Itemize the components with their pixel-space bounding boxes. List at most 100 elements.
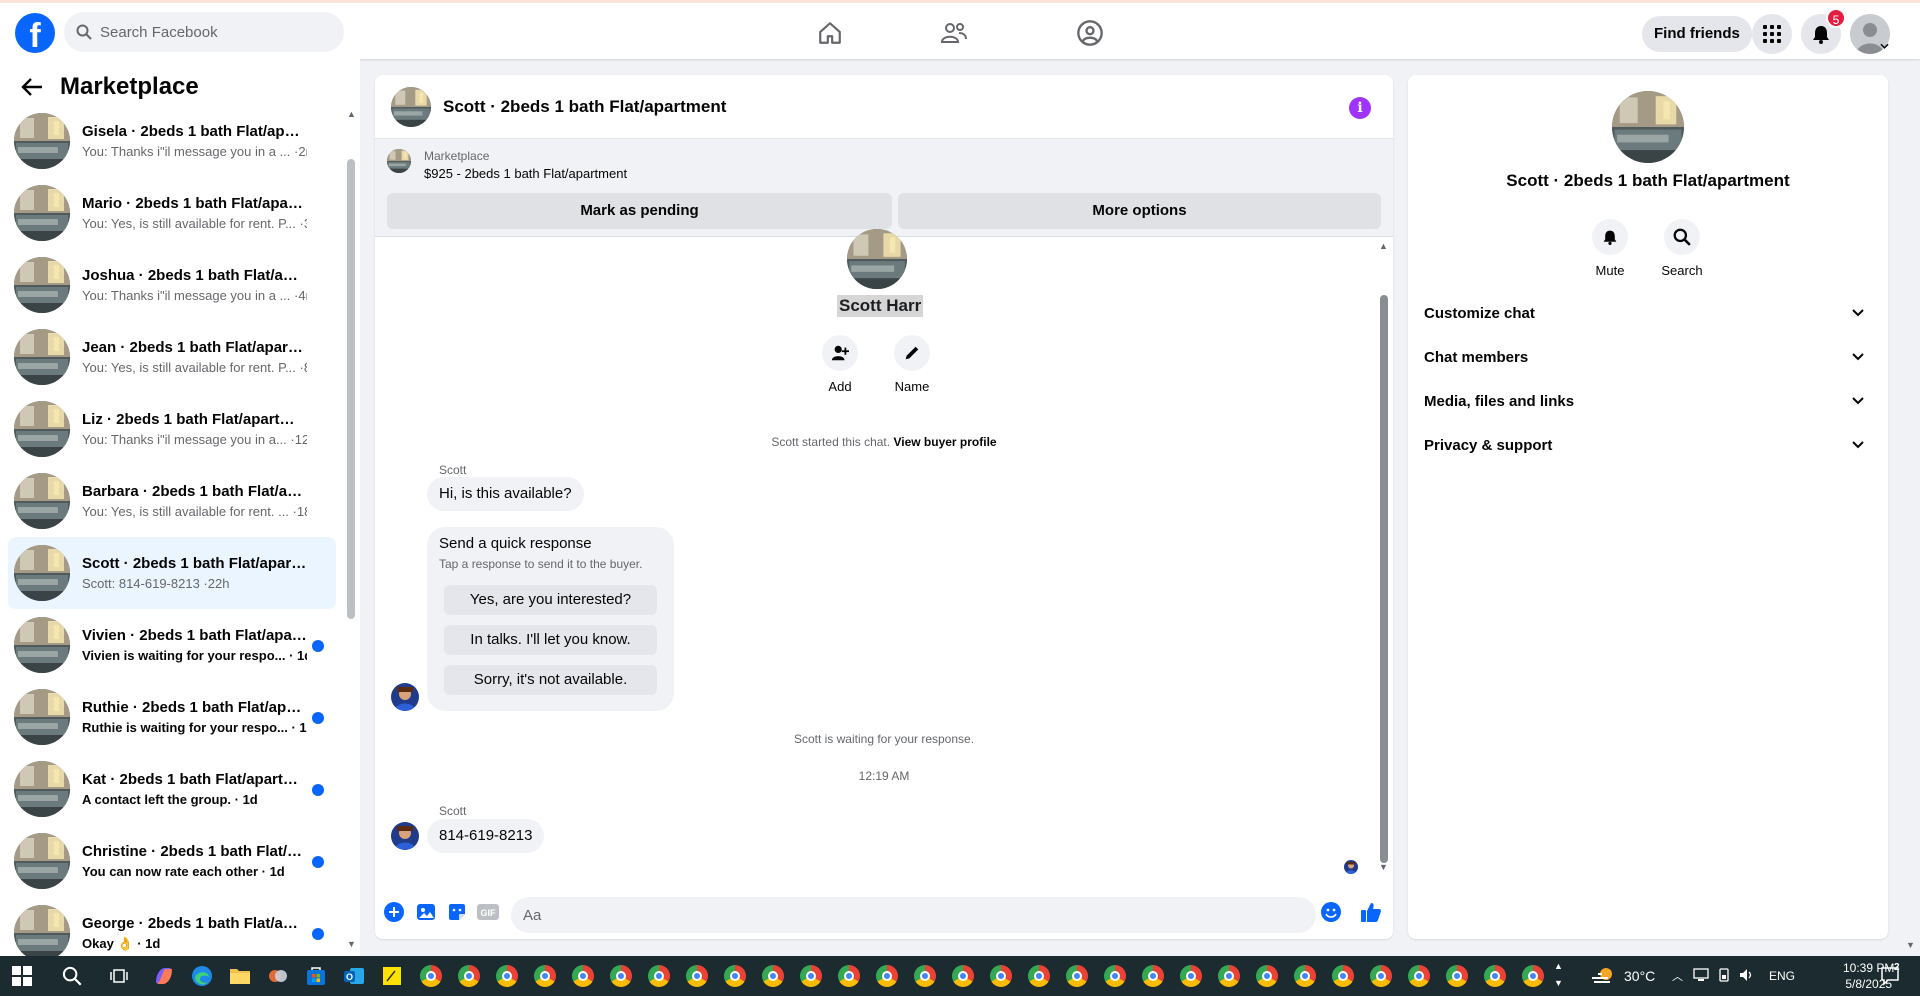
search-action[interactable]: Search [1652,219,1712,278]
outlook-icon[interactable]: O [342,964,366,988]
chrome-profile-icon[interactable] [913,964,937,988]
conversation-item[interactable]: Ruthie · 2beds 1 bath Flat/apar... Ruthie… [8,681,336,753]
home-icon[interactable] [814,17,846,49]
chrome-icon[interactable] [419,964,443,988]
conversation-item[interactable]: Kat · 2beds 1 bath Flat/apartm... A conta… [8,753,336,825]
groups-icon[interactable] [1074,17,1106,49]
taskbar-overflow-arrows-icon[interactable]: ▲ ▼ [1554,958,1563,992]
battery-icon[interactable] [1717,967,1731,985]
chrome-profile-icon[interactable] [951,964,975,988]
weather-widget[interactable]: 30°C [1590,956,1655,996]
chat-title[interactable]: Scott · 2beds 1 bath Flat/apartment [443,97,726,117]
listing-price[interactable]: $925 - 2beds 1 bath Flat/apartment [424,166,627,181]
customize-chat-section[interactable]: Customize chat [1424,291,1872,335]
name-chat-control[interactable]: Name [882,335,942,394]
sender-avatar[interactable] [391,822,419,850]
network-icon[interactable] [1693,967,1709,985]
facebook-logo-icon[interactable]: f [15,13,55,53]
chrome-profile-icon[interactable] [1445,964,1469,988]
contact-avatar[interactable] [1612,91,1684,163]
chrome-profile-icon[interactable] [571,964,595,988]
photo-icon[interactable] [415,901,437,923]
media-files-section[interactable]: Media, files and links [1424,379,1872,423]
chat-members-section[interactable]: Chat members [1424,335,1872,379]
scroll-down-arrow-icon[interactable]: ▼ [1379,862,1388,872]
chrome-profile-icon[interactable] [837,964,861,988]
gif-icon[interactable]: GIF [477,901,499,923]
file-explorer-icon[interactable] [228,964,252,988]
chat-scrollbar[interactable] [1380,295,1388,863]
chrome-profile-icon[interactable] [875,964,899,988]
conversation-item[interactable]: Jean · 2beds 1 bath Flat/apartme... You: … [8,321,336,393]
scroll-down-arrow-icon[interactable]: ▼ [347,939,356,949]
quick-reply-button[interactable]: Sorry, it's not available. [444,665,657,695]
conversation-item-active[interactable]: Scott · 2beds 1 bath Flat/apartm... Scott… [8,537,336,609]
microsoft-store-icon[interactable] [304,964,328,988]
search-input[interactable] [100,23,330,41]
chrome-profile-icon[interactable] [457,964,481,988]
mute-action[interactable]: Mute [1580,219,1640,278]
sticker-icon[interactable] [446,901,468,923]
menu-grid-icon[interactable] [1752,14,1792,54]
conversation-item[interactable]: Joshua · 2beds 1 bath Flat/apart... You: … [8,249,336,321]
chrome-profile-icon[interactable] [1103,964,1127,988]
conversation-item[interactable]: Christine · 2beds 1 bath Flat/a... You ca… [8,825,336,897]
chrome-profile-icon[interactable] [1331,964,1355,988]
edge-browser-icon[interactable] [190,964,214,988]
thumbs-up-icon[interactable] [1360,901,1382,923]
conversation-item[interactable]: Liz · 2beds 1 bath Flat/apartment You: Th… [8,393,336,465]
chrome-profile-icon[interactable] [989,964,1013,988]
chrome-profile-icon[interactable] [1483,964,1507,988]
contact-avatar[interactable] [847,229,907,289]
page-scroll-down-arrow-icon[interactable]: ▼ [1906,940,1915,950]
chrome-profile-icon[interactable] [1217,964,1241,988]
windows-start-icon[interactable] [12,966,32,986]
chrome-profile-icon[interactable] [609,964,633,988]
more-options-button[interactable]: More options [898,193,1381,229]
chrome-profile-icon[interactable] [1521,964,1545,988]
tray-chevron-up-icon[interactable]: ︿ [1672,968,1683,984]
chrome-profile-icon[interactable] [1407,964,1431,988]
chrome-profile-icon[interactable] [1065,964,1089,988]
friends-icon[interactable] [938,17,970,49]
scroll-up-arrow-icon[interactable]: ▲ [347,109,356,119]
chrome-profile-icon[interactable] [1027,964,1051,988]
add-people-control[interactable]: Add [810,335,870,394]
chrome-profile-icon[interactable] [1293,964,1317,988]
chrome-profile-icon[interactable] [647,964,671,988]
chevron-down-icon[interactable] [1880,43,1889,49]
conversation-item[interactable]: Barbara · 2beds 1 bath Flat/apar... You: … [8,465,336,537]
search-box[interactable] [64,12,344,52]
chrome-profile-icon[interactable] [1141,964,1165,988]
privacy-support-section[interactable]: Privacy & support [1424,423,1872,467]
chrome-profile-icon[interactable] [533,964,557,988]
emoji-icon[interactable] [1320,901,1342,923]
chrome-profile-icon[interactable] [1255,964,1279,988]
back-arrow-icon[interactable] [18,73,46,101]
sticky-notes-icon[interactable] [380,964,404,988]
chrome-profile-icon[interactable] [799,964,823,988]
conversation-item[interactable]: Vivien · 2beds 1 bath Flat/apar... Vivien… [8,609,336,681]
chrome-profile-icon[interactable] [495,964,519,988]
photos-app-icon[interactable] [266,964,290,988]
conversation-item[interactable]: Gisela · 2beds 1 bath Flat/apart... You: … [8,105,336,177]
task-view-icon[interactable] [107,964,131,988]
scroll-up-arrow-icon[interactable]: ▲ [1379,241,1388,251]
quick-reply-button[interactable]: In talks. I'll let you know. [444,625,657,655]
find-friends-button[interactable]: Find friends [1642,16,1752,52]
chat-avatar[interactable] [391,87,431,127]
message-input[interactable] [511,897,1316,933]
sender-avatar[interactable] [391,683,419,711]
chrome-profile-icon[interactable] [1369,964,1393,988]
info-icon[interactable]: i [1349,97,1371,119]
chrome-profile-icon[interactable] [1179,964,1203,988]
quick-reply-button[interactable]: Yes, are you interested? [444,585,657,615]
view-buyer-profile-link[interactable]: View buyer profile [893,435,996,449]
conversation-item[interactable]: Mario · 2beds 1 bath Flat/apart... You: Y… [8,177,336,249]
taskbar-search-icon[interactable] [60,964,84,988]
chrome-profile-icon[interactable] [761,964,785,988]
message-bubble[interactable]: Hi, is this available? [427,477,584,511]
plus-circle-icon[interactable] [383,901,405,923]
volume-icon[interactable] [1739,968,1755,985]
mark-as-pending-button[interactable]: Mark as pending [387,193,892,229]
